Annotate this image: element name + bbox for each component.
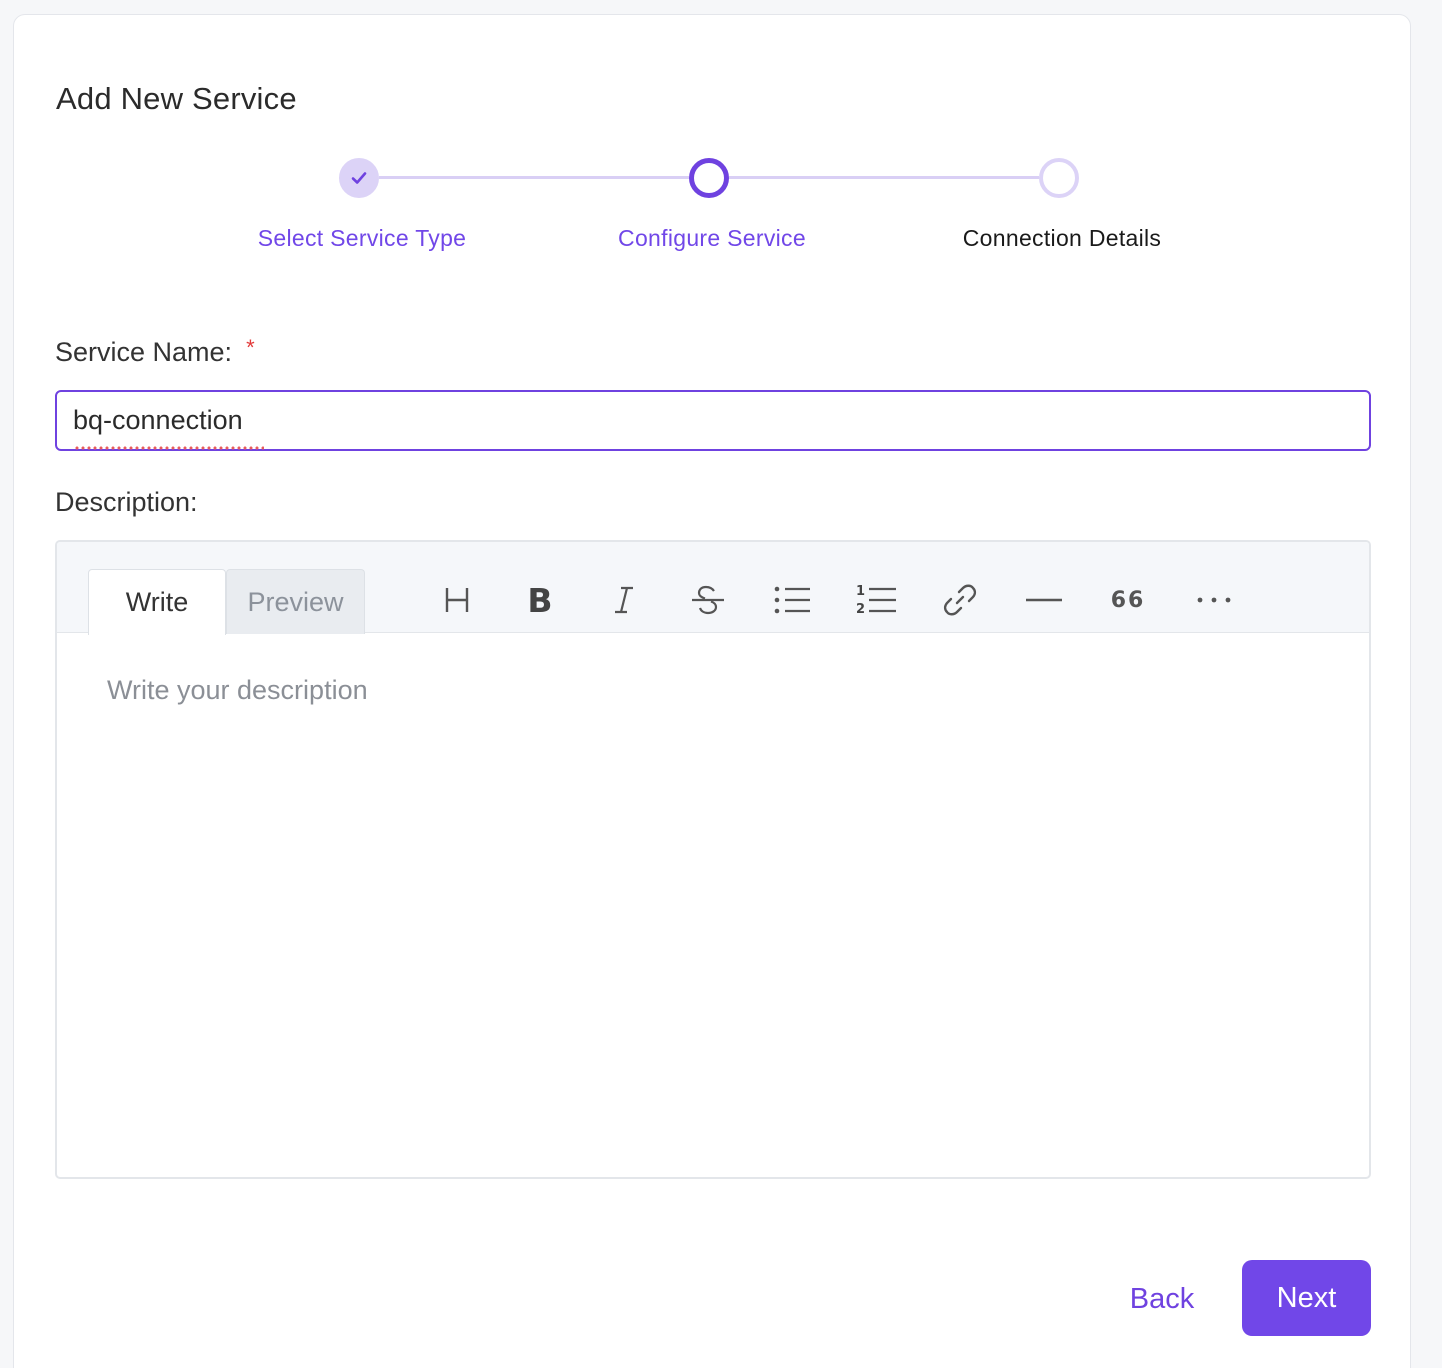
check-icon [351,172,367,184]
description-editor: Write Preview B 1 2 66 Write your descri… [55,540,1371,1179]
italic-icon[interactable] [602,578,646,622]
back-button[interactable]: Back [1112,1261,1212,1337]
service-name-input[interactable] [55,390,1371,451]
description-label: Description: [55,487,198,517]
bold-icon[interactable]: B [518,578,562,622]
next-button[interactable]: Next [1242,1260,1371,1336]
step-1-label: Select Service Type [257,225,467,251]
editor-toolbar: Write Preview B 1 2 66 [57,542,1369,635]
spellcheck-underline [74,445,264,451]
horizontal-rule-icon[interactable] [1022,578,1066,622]
strikethrough-icon[interactable] [686,578,730,622]
more-icon[interactable] [1192,578,1236,622]
description-textarea[interactable]: Write your description [57,633,1369,1177]
required-marker: * [246,335,255,360]
step-2-indicator [689,158,729,198]
stepper-connector [729,176,1039,179]
heading-icon[interactable] [435,578,479,622]
quote-icon[interactable]: 66 [1106,578,1150,622]
add-service-card: Add New Service Select Service Type Conf… [13,14,1411,1368]
page-title: Add New Service [56,81,297,116]
description-placeholder: Write your description [107,675,368,705]
step-3-label: Connection Details [962,225,1162,251]
step-2-label: Configure Service [618,225,806,251]
svg-text:2: 2 [856,602,865,617]
bullet-list-icon[interactable] [770,578,814,622]
service-name-label: Service Name: * [55,335,255,367]
svg-text:1: 1 [856,584,865,599]
step-1-indicator [339,158,379,198]
link-icon[interactable] [938,578,982,622]
stepper-connector [379,176,689,179]
tab-preview[interactable]: Preview [226,569,365,634]
step-3-indicator [1039,158,1079,198]
numbered-list-icon[interactable]: 1 2 [854,578,898,622]
tab-write[interactable]: Write [88,569,226,635]
